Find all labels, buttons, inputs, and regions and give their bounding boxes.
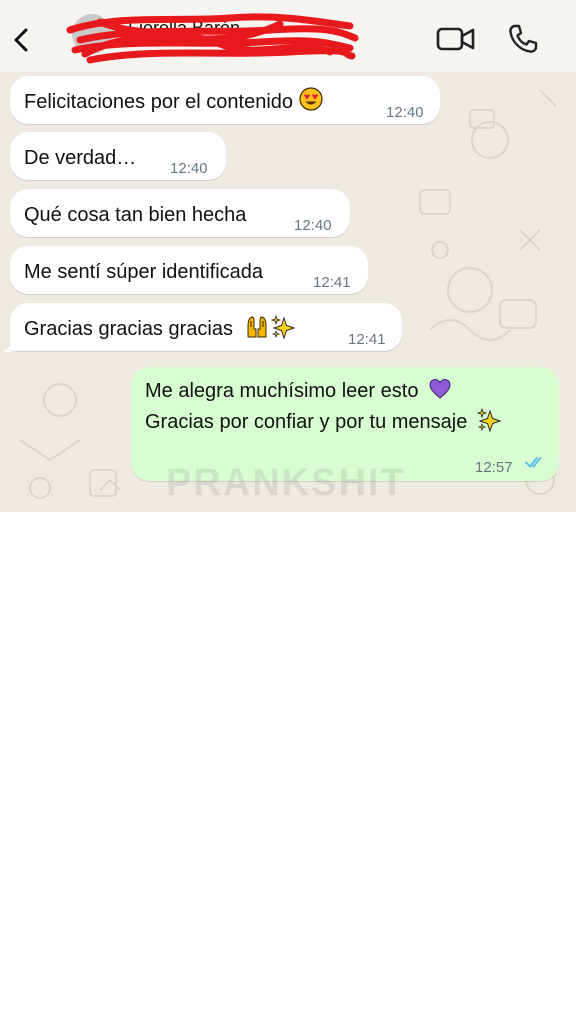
double-check-icon (525, 457, 542, 468)
message-text: Me sentí súper identificada (24, 261, 264, 283)
message-time: 12:41 (313, 274, 351, 291)
sparkles-emoji (476, 408, 501, 432)
purple-heart-emoji (429, 378, 451, 399)
chevron-left-icon[interactable] (6, 22, 36, 58)
watermark: PRANKSHIT (166, 462, 406, 504)
phone-icon[interactable] (506, 22, 540, 56)
incoming-message[interactable]: Qué cosa tan bien hecha 12:40 (10, 189, 350, 237)
heart-eyes-emoji (299, 87, 323, 111)
message-time: 12:40 (294, 217, 332, 234)
message-line-2: Gracias por confiar y por tu mensaje (145, 411, 468, 433)
chat-header: Fiorella Barón (0, 0, 576, 72)
incoming-message[interactable]: De verdad… 12:40 (10, 132, 226, 180)
message-text: Qué cosa tan bien hecha (24, 204, 247, 226)
message-time: 12:40 (170, 160, 208, 177)
message-time: 12:57 (475, 459, 513, 476)
message-time: 12:41 (348, 331, 386, 348)
sparkles-emoji (270, 315, 295, 339)
redaction-scribble (66, 13, 359, 64)
message-text: Gracias gracias gracias (24, 318, 233, 340)
chat-screen: Fiorella Barón Felicitaciones por el con… (0, 0, 576, 512)
video-camera-icon[interactable] (436, 24, 476, 54)
incoming-message[interactable]: Me sentí súper identificada 12:41 (10, 246, 368, 294)
incoming-message[interactable]: Felicitaciones por el contenido 12:40 (10, 76, 440, 124)
message-line-1: Me alegra muchísimo leer esto (145, 380, 419, 402)
message-text: Felicitaciones por el contenido (24, 91, 294, 113)
incoming-message[interactable]: Gracias gracias gracias 12:41 (10, 303, 402, 351)
message-text: De verdad… (24, 147, 137, 169)
raising-hands-emoji (247, 316, 267, 338)
message-time: 12:40 (386, 104, 424, 121)
